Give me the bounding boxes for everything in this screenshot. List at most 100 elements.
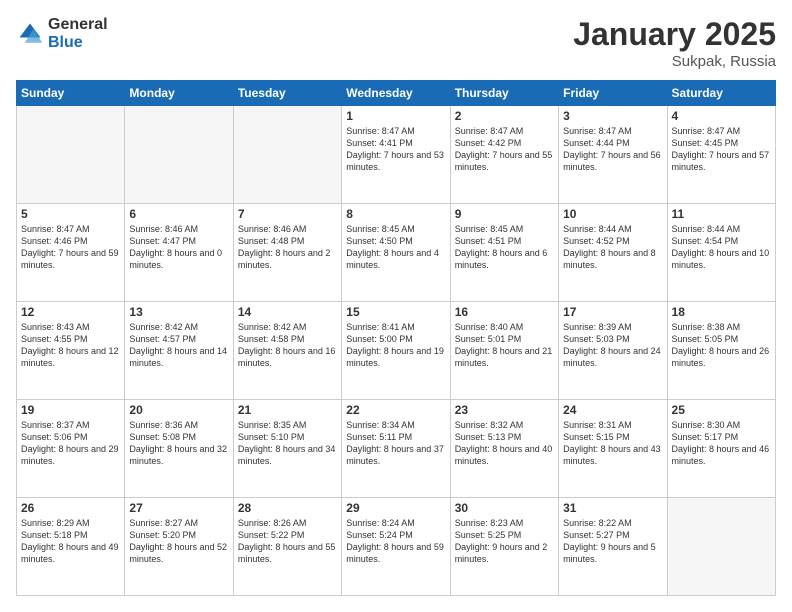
- cell-w1-d2: 7 Sunrise: 8:46 AM Sunset: 4:48 PM Daylig…: [233, 204, 341, 302]
- day-number: 25: [672, 403, 771, 417]
- day-number: 27: [129, 501, 228, 515]
- col-saturday: Saturday: [667, 81, 775, 106]
- cell-w1-d5: 10 Sunrise: 8:44 AM Sunset: 4:52 PM Dayli…: [559, 204, 667, 302]
- logo-blue: Blue: [48, 34, 108, 52]
- cell-info: Sunrise: 8:42 AM Sunset: 4:57 PM Dayligh…: [129, 321, 228, 370]
- cell-w2-d5: 17Sunrise: 8:39 AM Sunset: 5:03 PM Dayli…: [559, 302, 667, 400]
- day-number: 28: [238, 501, 337, 515]
- cell-info: Sunrise: 8:47 AM Sunset: 4:45 PM Dayligh…: [672, 125, 771, 174]
- cell-w3-d4: 23 Sunrise: 8:32 AM Sunset: 5:13 PM Dayli…: [450, 400, 558, 498]
- day-number: 26: [21, 501, 120, 515]
- week-row-2: 12 Sunrise: 8:43 AM Sunset: 4:55 PM Dayli…: [17, 302, 776, 400]
- cell-w1-d6: 11Sunrise: 8:44 AM Sunset: 4:54 PM Dayli…: [667, 204, 775, 302]
- col-friday: Friday: [559, 81, 667, 106]
- cell-w1-d0: 5 Sunrise: 8:47 AM Sunset: 4:46 PM Daylig…: [17, 204, 125, 302]
- day-number: 3: [563, 109, 662, 123]
- day-number: 31: [563, 501, 662, 515]
- day-number: 2: [455, 109, 554, 123]
- cell-w3-d1: 20Sunrise: 8:36 AM Sunset: 5:08 PM Dayli…: [125, 400, 233, 498]
- calendar-table: Sunday Monday Tuesday Wednesday Thursday…: [16, 80, 776, 596]
- cell-info: Sunrise: 8:47 AM Sunset: 4:41 PM Dayligh…: [346, 125, 445, 174]
- week-row-1: 5 Sunrise: 8:47 AM Sunset: 4:46 PM Daylig…: [17, 204, 776, 302]
- day-number: 11: [672, 207, 771, 221]
- col-monday: Monday: [125, 81, 233, 106]
- col-wednesday: Wednesday: [342, 81, 450, 106]
- day-number: 15: [346, 305, 445, 319]
- cell-info: Sunrise: 8:26 AM Sunset: 5:22 PM Dayligh…: [238, 517, 337, 566]
- cell-info: Sunrise: 8:47 AM Sunset: 4:42 PM Dayligh…: [455, 125, 554, 174]
- logo-general: General: [48, 16, 108, 34]
- day-number: 5: [21, 207, 120, 221]
- header-row: Sunday Monday Tuesday Wednesday Thursday…: [17, 81, 776, 106]
- cell-w0-d5: 3 Sunrise: 8:47 AM Sunset: 4:44 PM Daylig…: [559, 106, 667, 204]
- week-row-4: 26Sunrise: 8:29 AM Sunset: 5:18 PM Dayli…: [17, 498, 776, 596]
- cell-info: Sunrise: 8:37 AM Sunset: 5:06 PM Dayligh…: [21, 419, 120, 468]
- day-number: 1: [346, 109, 445, 123]
- day-number: 17: [563, 305, 662, 319]
- cell-info: Sunrise: 8:45 AM Sunset: 4:51 PM Dayligh…: [455, 223, 554, 272]
- calendar-title: January 2025: [573, 16, 776, 53]
- cell-info: Sunrise: 8:44 AM Sunset: 4:52 PM Dayligh…: [563, 223, 662, 272]
- cell-info: Sunrise: 8:24 AM Sunset: 5:24 PM Dayligh…: [346, 517, 445, 566]
- cell-w3-d2: 21Sunrise: 8:35 AM Sunset: 5:10 PM Dayli…: [233, 400, 341, 498]
- cell-info: Sunrise: 8:46 AM Sunset: 4:48 PM Dayligh…: [238, 223, 337, 272]
- day-number: 23: [455, 403, 554, 417]
- day-number: 14: [238, 305, 337, 319]
- cell-w2-d4: 16 Sunrise: 8:40 AM Sunset: 5:01 PM Dayli…: [450, 302, 558, 400]
- cell-info: Sunrise: 8:22 AM Sunset: 5:27 PM Dayligh…: [563, 517, 662, 566]
- cell-w3-d0: 19 Sunrise: 8:37 AM Sunset: 5:06 PM Dayli…: [17, 400, 125, 498]
- cell-w2-d1: 13 Sunrise: 8:42 AM Sunset: 4:57 PM Dayli…: [125, 302, 233, 400]
- day-number: 7: [238, 207, 337, 221]
- day-number: 29: [346, 501, 445, 515]
- cell-w4-d4: 30 Sunrise: 8:23 AM Sunset: 5:25 PM Dayli…: [450, 498, 558, 596]
- cell-w1-d1: 6Sunrise: 8:46 AM Sunset: 4:47 PM Daylig…: [125, 204, 233, 302]
- cell-w2-d2: 14Sunrise: 8:42 AM Sunset: 4:58 PM Dayli…: [233, 302, 341, 400]
- day-number: 30: [455, 501, 554, 515]
- page: General Blue January 2025 Sukpak, Russia…: [0, 0, 792, 612]
- col-tuesday: Tuesday: [233, 81, 341, 106]
- day-number: 4: [672, 109, 771, 123]
- cell-w4-d2: 28 Sunrise: 8:26 AM Sunset: 5:22 PM Dayli…: [233, 498, 341, 596]
- day-number: 22: [346, 403, 445, 417]
- cell-info: Sunrise: 8:40 AM Sunset: 5:01 PM Dayligh…: [455, 321, 554, 370]
- day-number: 13: [129, 305, 228, 319]
- cell-info: Sunrise: 8:47 AM Sunset: 4:46 PM Dayligh…: [21, 223, 120, 272]
- cell-info: Sunrise: 8:43 AM Sunset: 4:55 PM Dayligh…: [21, 321, 120, 370]
- cell-info: Sunrise: 8:41 AM Sunset: 5:00 PM Dayligh…: [346, 321, 445, 370]
- cell-info: Sunrise: 8:32 AM Sunset: 5:13 PM Dayligh…: [455, 419, 554, 468]
- day-number: 21: [238, 403, 337, 417]
- cell-w4-d3: 29 Sunrise: 8:24 AM Sunset: 5:24 PM Dayli…: [342, 498, 450, 596]
- col-sunday: Sunday: [17, 81, 125, 106]
- week-row-3: 19 Sunrise: 8:37 AM Sunset: 5:06 PM Dayli…: [17, 400, 776, 498]
- cell-w0-d6: 4 Sunrise: 8:47 AM Sunset: 4:45 PM Daylig…: [667, 106, 775, 204]
- cell-info: Sunrise: 8:27 AM Sunset: 5:20 PM Dayligh…: [129, 517, 228, 566]
- day-number: 9: [455, 207, 554, 221]
- cell-w4-d0: 26Sunrise: 8:29 AM Sunset: 5:18 PM Dayli…: [17, 498, 125, 596]
- cell-info: Sunrise: 8:36 AM Sunset: 5:08 PM Dayligh…: [129, 419, 228, 468]
- day-number: 16: [455, 305, 554, 319]
- logo: General Blue: [16, 16, 108, 51]
- cell-info: Sunrise: 8:47 AM Sunset: 4:44 PM Dayligh…: [563, 125, 662, 174]
- header: General Blue January 2025 Sukpak, Russia: [16, 16, 776, 70]
- cell-w4-d6: [667, 498, 775, 596]
- cell-info: Sunrise: 8:30 AM Sunset: 5:17 PM Dayligh…: [672, 419, 771, 468]
- cell-w4-d1: 27 Sunrise: 8:27 AM Sunset: 5:20 PM Dayli…: [125, 498, 233, 596]
- cell-w3-d5: 24 Sunrise: 8:31 AM Sunset: 5:15 PM Dayli…: [559, 400, 667, 498]
- day-number: 24: [563, 403, 662, 417]
- cell-info: Sunrise: 8:31 AM Sunset: 5:15 PM Dayligh…: [563, 419, 662, 468]
- day-number: 12: [21, 305, 120, 319]
- week-row-0: 1 Sunrise: 8:47 AM Sunset: 4:41 PM Daylig…: [17, 106, 776, 204]
- cell-w0-d0: [17, 106, 125, 204]
- cell-info: Sunrise: 8:45 AM Sunset: 4:50 PM Dayligh…: [346, 223, 445, 272]
- day-number: 18: [672, 305, 771, 319]
- cell-info: Sunrise: 8:34 AM Sunset: 5:11 PM Dayligh…: [346, 419, 445, 468]
- day-number: 10: [563, 207, 662, 221]
- cell-w0-d1: [125, 106, 233, 204]
- cell-info: Sunrise: 8:23 AM Sunset: 5:25 PM Dayligh…: [455, 517, 554, 566]
- day-number: 6: [129, 207, 228, 221]
- title-block: January 2025 Sukpak, Russia: [573, 16, 776, 70]
- logo-text: General Blue: [48, 16, 108, 51]
- cell-w1-d4: 9 Sunrise: 8:45 AM Sunset: 4:51 PM Daylig…: [450, 204, 558, 302]
- day-number: 19: [21, 403, 120, 417]
- cell-w2-d3: 15 Sunrise: 8:41 AM Sunset: 5:00 PM Dayli…: [342, 302, 450, 400]
